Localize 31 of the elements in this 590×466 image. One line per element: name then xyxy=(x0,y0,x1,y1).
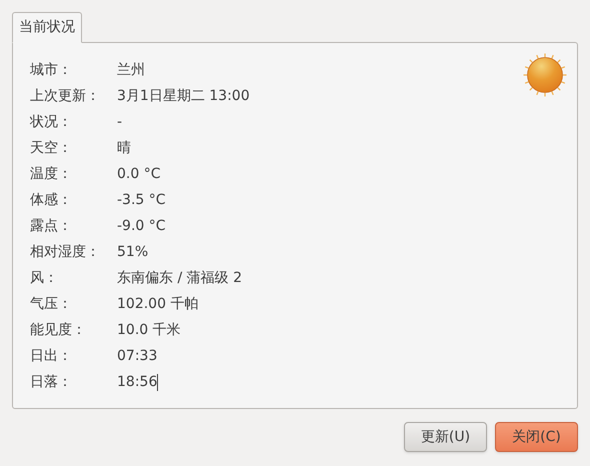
field-label: 日出： xyxy=(30,346,73,366)
field-label: 相对湿度： xyxy=(30,242,101,262)
field-label: 天空： xyxy=(30,138,73,158)
field-label: 气压： xyxy=(30,294,73,314)
field-value: - xyxy=(117,112,122,132)
field-label: 上次更新： xyxy=(30,86,101,106)
text-cursor xyxy=(157,374,158,390)
sun-icon xyxy=(523,53,567,97)
field-value: 07:33 xyxy=(117,346,158,366)
field-value: 18:56 xyxy=(117,372,158,392)
field-value: 3月1日星期二 13:00 xyxy=(117,86,250,106)
field-label: 城市： xyxy=(30,60,73,80)
field-value: 0.0 °C xyxy=(117,164,160,184)
field-value: -3.5 °C xyxy=(117,190,166,210)
field-label: 风： xyxy=(30,268,59,288)
field-value: 102.00 千帕 xyxy=(117,294,198,314)
close-button[interactable]: 关闭(C) xyxy=(495,422,578,452)
tab[interactable]: 当前状况 xyxy=(12,12,82,43)
field-label: 日落： xyxy=(30,372,73,392)
field-label: 能见度： xyxy=(30,320,87,340)
field-label: 体感： xyxy=(30,190,73,210)
field-value: 10.0 千米 xyxy=(117,320,181,340)
field-label: 露点： xyxy=(30,216,73,236)
field-label: 状况： xyxy=(30,112,73,132)
field-value: 51% xyxy=(117,242,148,262)
field-value: 晴 xyxy=(117,138,131,158)
refresh-button[interactable]: 更新(U) xyxy=(404,422,487,452)
field-label: 温度： xyxy=(30,164,73,184)
field-value: -9.0 °C xyxy=(117,216,166,236)
field-value: 东南偏东 / 蒲福级 2 xyxy=(117,268,242,288)
field-value: 兰州 xyxy=(117,60,145,80)
